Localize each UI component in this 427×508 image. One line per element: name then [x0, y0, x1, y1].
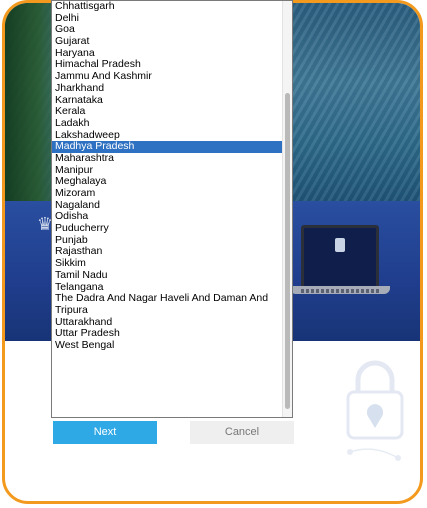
dropdown-option[interactable]: Madhya Pradesh — [52, 141, 292, 153]
cancel-button[interactable]: Cancel — [190, 421, 294, 444]
dropdown-option[interactable]: The Dadra And Nagar Haveli And Daman And — [52, 293, 292, 305]
dropdown-option[interactable]: West Bengal — [52, 340, 292, 352]
dropdown-option[interactable]: Uttar Pradesh — [52, 328, 292, 340]
dropdown-option[interactable]: Manipur — [52, 165, 292, 177]
dropdown-option[interactable]: Ladakh — [52, 118, 292, 130]
scrollbar-thumb[interactable] — [285, 93, 290, 409]
dropdown-option[interactable]: Delhi — [52, 13, 292, 25]
dropdown-option[interactable]: Lakshadweep — [52, 130, 292, 142]
dropdown-option[interactable]: Maharashtra — [52, 153, 292, 165]
laptop-emblem-icon — [335, 238, 345, 252]
dropdown-option[interactable]: Sikkim — [52, 258, 292, 270]
dropdown-option[interactable]: Nagaland — [52, 200, 292, 212]
dropdown-option[interactable]: Gujarat — [52, 36, 292, 48]
dropdown-option[interactable]: Rajasthan — [52, 246, 292, 258]
dropdown-option[interactable]: Meghalaya — [52, 176, 292, 188]
dropdown-option[interactable]: Chhattisgarh — [52, 1, 292, 13]
dropdown-option[interactable]: Mizoram — [52, 188, 292, 200]
dropdown-option[interactable]: Jammu And Kashmir — [52, 71, 292, 83]
dropdown-option[interactable]: Karnataka — [52, 95, 292, 107]
dropdown-option[interactable]: Haryana — [52, 48, 292, 60]
next-button[interactable]: Next — [53, 421, 157, 444]
dropdown-option[interactable]: Odisha — [52, 211, 292, 223]
laptop-keyboard — [301, 289, 379, 293]
state-dropdown-list[interactable]: Chhattisgarh Delhi Goa Gujarat Haryana Himach… — [51, 0, 293, 418]
dropdown-scrollbar[interactable] — [282, 1, 292, 417]
dropdown-option[interactable]: Tamil Nadu — [52, 270, 292, 282]
laptop-illustration — [301, 225, 379, 289]
dropdown-option[interactable]: Tripura — [52, 305, 292, 317]
dropdown-option[interactable]: Punjab — [52, 235, 292, 247]
dropdown-option[interactable]: Telangana — [52, 282, 292, 294]
dropdown-option[interactable]: Jharkhand — [52, 83, 292, 95]
dropdown-option[interactable]: Goa — [52, 24, 292, 36]
dropdown-option[interactable]: Uttarakhand — [52, 317, 292, 329]
dropdown-option[interactable]: Kerala — [52, 106, 292, 118]
dropdown-options: Chhattisgarh Delhi Goa Gujarat Haryana Himach… — [52, 1, 292, 352]
dropdown-option[interactable]: Himachal Pradesh — [52, 59, 292, 71]
padlock-location-icon — [346, 360, 404, 461]
dropdown-option[interactable]: Puducherry — [52, 223, 292, 235]
